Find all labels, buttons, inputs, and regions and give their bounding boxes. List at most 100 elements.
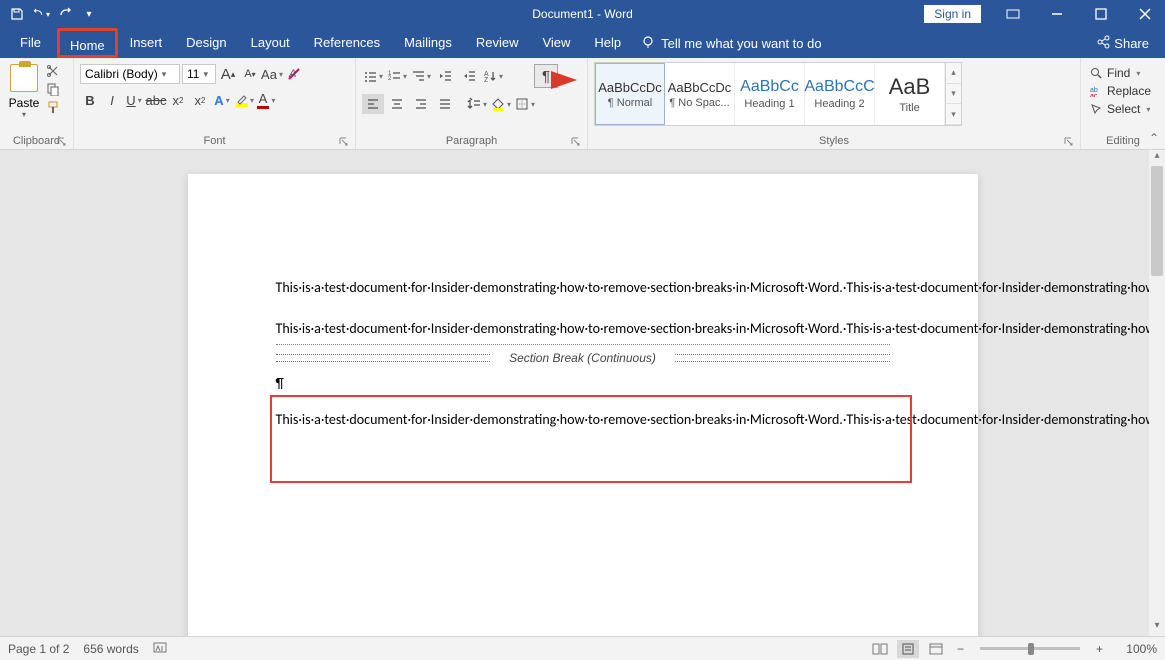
document-paragraph[interactable]: This·is·a·test·document·for·Insider·demo… [276, 410, 890, 429]
change-case-icon[interactable]: Aa [262, 64, 282, 84]
minimize-icon[interactable] [1037, 0, 1077, 28]
tab-mailings[interactable]: Mailings [392, 28, 464, 58]
paste-button[interactable]: Paste ▾ [6, 62, 42, 119]
page-indicator[interactable]: Page 1 of 2 [8, 642, 69, 656]
highlight-icon[interactable] [234, 90, 254, 110]
font-color-icon[interactable]: A [256, 90, 276, 110]
multilevel-list-icon[interactable] [410, 66, 432, 86]
share-button[interactable]: Share [1084, 35, 1161, 52]
paragraph-dialog-launcher-icon[interactable] [571, 137, 581, 147]
clear-formatting-icon[interactable]: A [284, 64, 304, 84]
subscript-icon[interactable]: x2 [168, 90, 188, 110]
qat-customize-icon[interactable]: ▾ [80, 5, 98, 23]
lightbulb-icon [641, 35, 655, 52]
styles-scroll-up-icon[interactable]: ▴ [946, 63, 961, 84]
status-bar: Page 1 of 2 656 words − + 100% [0, 636, 1165, 660]
undo-icon[interactable]: ▾ [32, 5, 50, 23]
find-button[interactable]: Find▾ [1087, 64, 1142, 82]
style-item-nospacing[interactable]: AaBbCcDc¶ No Spac... [665, 63, 735, 125]
grow-font-icon[interactable]: A▴ [218, 64, 238, 84]
web-layout-icon[interactable] [925, 640, 947, 658]
document-paragraph[interactable]: This·is·a·test·document·for·Insider·demo… [276, 278, 890, 297]
replace-button[interactable]: abacReplace [1087, 82, 1153, 100]
group-paragraph: 12 AZ ¶ Paragraph [356, 58, 588, 149]
superscript-icon[interactable]: x2 [190, 90, 210, 110]
tab-view[interactable]: View [530, 28, 582, 58]
read-mode-icon[interactable] [869, 640, 891, 658]
paste-label: Paste [9, 96, 40, 110]
cut-icon[interactable] [46, 64, 64, 78]
style-item-heading1[interactable]: AaBbCcHeading 1 [735, 63, 805, 125]
numbering-icon[interactable]: 12 [386, 66, 408, 86]
copy-icon[interactable] [46, 82, 64, 96]
document-paragraph[interactable]: This·is·a·test·document·for·Insider·demo… [276, 319, 890, 338]
save-icon[interactable] [8, 5, 26, 23]
select-button[interactable]: Select▾ [1087, 100, 1152, 118]
bold-icon[interactable]: B [80, 90, 100, 110]
tab-references[interactable]: References [302, 28, 392, 58]
scroll-down-icon[interactable]: ▾ [1149, 620, 1165, 636]
sort-icon[interactable]: AZ [482, 66, 504, 86]
align-left-icon[interactable] [362, 94, 384, 114]
zoom-level[interactable]: 100% [1113, 642, 1157, 656]
show-hide-pilcrow-button[interactable]: ¶ [534, 64, 558, 88]
italic-icon[interactable]: I [102, 90, 122, 110]
format-painter-icon[interactable] [46, 100, 64, 114]
borders-icon[interactable] [514, 94, 536, 114]
style-item-heading2[interactable]: AaBbCcCHeading 2 [805, 63, 875, 125]
align-right-icon[interactable] [410, 94, 432, 114]
find-icon [1089, 66, 1103, 80]
styles-dialog-launcher-icon[interactable] [1064, 137, 1074, 147]
justify-icon[interactable] [434, 94, 456, 114]
clipboard-dialog-launcher-icon[interactable] [57, 137, 67, 147]
underline-icon[interactable]: U [124, 90, 144, 110]
vertical-scrollbar[interactable]: ▴ ▾ [1149, 150, 1165, 636]
ribbon-display-icon[interactable] [993, 0, 1033, 28]
font-size-combo[interactable]: 11▾ [182, 64, 216, 84]
style-item-title[interactable]: AaBTitle [875, 63, 945, 125]
svg-text:A: A [288, 68, 296, 80]
zoom-slider[interactable] [980, 647, 1080, 650]
styles-expand-icon[interactable]: ▾ [946, 104, 961, 125]
title-bar: ▾ ▾ Document1 - Word Sign in [0, 0, 1165, 28]
section-break-continuous[interactable]: Section Break (Continuous) [276, 351, 890, 365]
tell-me-search[interactable]: Tell me what you want to do [641, 35, 821, 52]
word-count[interactable]: 656 words [83, 642, 138, 656]
tab-insert[interactable]: Insert [118, 28, 175, 58]
strikethrough-icon[interactable]: abc [146, 90, 166, 110]
font-dialog-launcher-icon[interactable] [339, 137, 349, 147]
decrease-indent-icon[interactable] [434, 66, 456, 86]
font-name-combo[interactable]: Calibri (Body)▾ [80, 64, 180, 84]
tab-file[interactable]: File [4, 28, 57, 58]
tab-design[interactable]: Design [174, 28, 238, 58]
spell-check-icon[interactable] [153, 640, 169, 657]
shading-icon[interactable] [490, 94, 512, 114]
shrink-font-icon[interactable]: A▾ [240, 64, 260, 84]
tab-review[interactable]: Review [464, 28, 531, 58]
style-name: ¶ Normal [608, 97, 652, 109]
bullets-icon[interactable] [362, 66, 384, 86]
increase-indent-icon[interactable] [458, 66, 480, 86]
zoom-out-button[interactable]: − [953, 642, 968, 656]
ribbon: Paste ▾ Clipboard Calibri (Body)▾ 11▾ A▴… [0, 58, 1165, 150]
zoom-in-button[interactable]: + [1092, 642, 1107, 656]
line-spacing-icon[interactable] [466, 94, 488, 114]
tab-home[interactable]: Home [57, 28, 118, 58]
redo-icon[interactable] [56, 5, 74, 23]
empty-paragraph-pilcrow[interactable]: ¶ [276, 375, 890, 392]
sign-in-button[interactable]: Sign in [924, 5, 981, 23]
close-icon[interactable] [1125, 0, 1165, 28]
style-item-normal[interactable]: AaBbCcDc¶ Normal [595, 63, 665, 125]
tab-layout[interactable]: Layout [239, 28, 302, 58]
tab-help[interactable]: Help [582, 28, 633, 58]
text-effects-icon[interactable]: A [212, 90, 232, 110]
collapse-ribbon-icon[interactable]: ⌃ [1145, 129, 1163, 147]
print-layout-icon[interactable] [897, 640, 919, 658]
scroll-thumb[interactable] [1151, 166, 1163, 276]
maximize-icon[interactable] [1081, 0, 1121, 28]
scroll-up-icon[interactable]: ▴ [1149, 150, 1165, 166]
styles-scroll-down-icon[interactable]: ▾ [946, 84, 961, 105]
style-gallery[interactable]: AaBbCcDc¶ Normal AaBbCcDc¶ No Spac... Aa… [594, 62, 962, 126]
align-center-icon[interactable] [386, 94, 408, 114]
document-page[interactable]: This·is·a·test·document·for·Insider·demo… [188, 174, 978, 636]
